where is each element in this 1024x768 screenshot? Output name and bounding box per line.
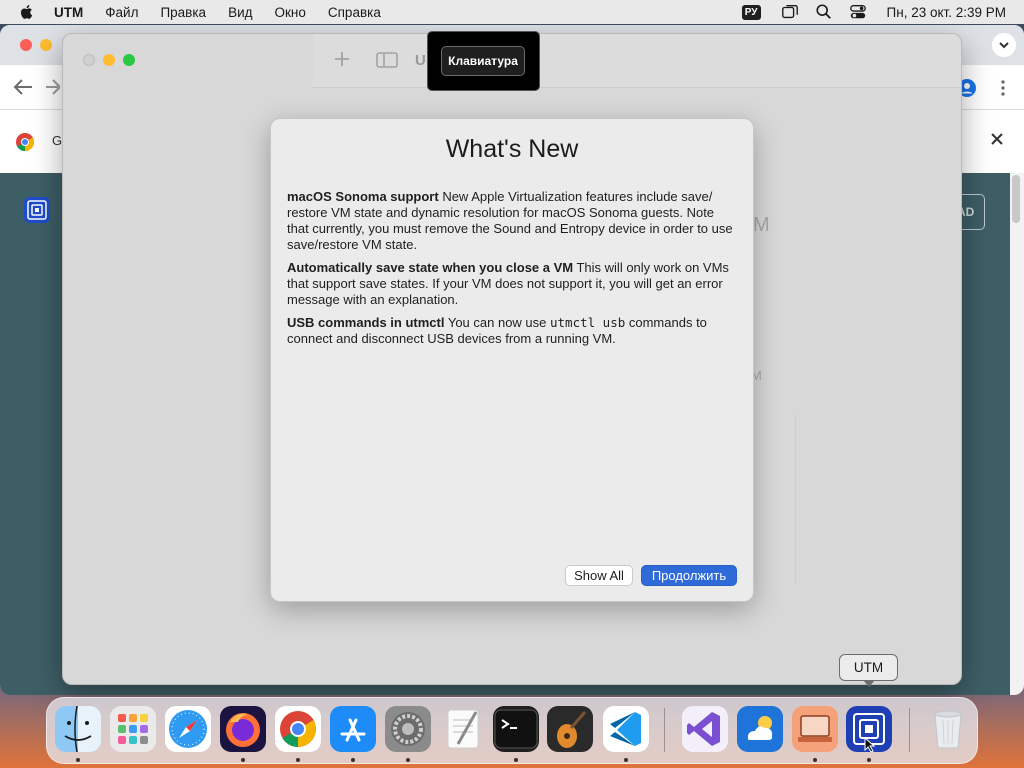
show-all-button[interactable]: Show All <box>565 565 633 586</box>
forward-arrow-icon[interactable] <box>46 77 60 97</box>
dock-app-weather[interactable] <box>737 706 783 752</box>
utm-icon <box>853 713 885 752</box>
textedit-icon <box>447 709 479 749</box>
page-scrollbar-thumb[interactable] <box>1012 175 1020 223</box>
dock-app-tooltip: UTM <box>839 654 898 687</box>
dock-separator <box>664 708 665 752</box>
dock-app-safari[interactable] <box>165 706 211 752</box>
apple-menu-icon[interactable] <box>18 3 36 21</box>
tab-search-button[interactable] <box>992 33 1016 57</box>
chrome-logo-icon <box>16 133 34 151</box>
chevron-down-icon <box>999 42 1009 49</box>
trash-icon <box>934 710 962 749</box>
release-note-code: utmctl usb <box>550 315 626 330</box>
utm-toolbar <box>313 34 961 88</box>
release-note-heading: USB commands in utmctl <box>287 315 445 330</box>
dock-app-garageband[interactable] <box>547 706 593 752</box>
whats-new-dialog: What's New macOS Sonoma support New Appl… <box>270 118 754 602</box>
app-store-icon <box>340 718 366 742</box>
input-source-badge[interactable]: РУ <box>741 4 761 20</box>
running-indicator <box>813 758 817 762</box>
dock-app-firefox[interactable] <box>220 706 266 752</box>
browser-minimize-button[interactable] <box>40 39 52 51</box>
menu-help[interactable]: Справка <box>328 5 381 20</box>
close-icon[interactable] <box>990 132 1004 146</box>
system-settings-icon <box>391 712 425 746</box>
control-center-icon[interactable] <box>849 3 867 21</box>
release-note-heading: macOS Sonoma support <box>287 189 439 204</box>
add-vm-icon[interactable] <box>334 51 350 67</box>
release-note-item: Automatically save state when you close … <box>287 260 739 308</box>
finder-icon <box>55 706 101 752</box>
dock-separator <box>909 708 910 752</box>
running-indicator <box>406 758 410 762</box>
release-note-heading: Automatically save state when you close … <box>287 260 574 275</box>
more-menu-icon[interactable] <box>1000 79 1006 97</box>
menu-app-name[interactable]: UTM <box>54 5 83 20</box>
dock-app-launchpad[interactable] <box>110 706 156 752</box>
browser-close-button[interactable] <box>20 39 32 51</box>
obscured-text: M <box>753 214 770 236</box>
dialog-title: What's New <box>445 135 579 163</box>
dock-app-finder[interactable] <box>55 706 101 752</box>
divider <box>795 414 796 584</box>
back-arrow-icon[interactable] <box>12 77 34 97</box>
page-scrollbar[interactable] <box>1010 173 1024 695</box>
menu-bar: UTM Файл Правка Вид Окно Справка РУ Пн, … <box>0 0 1024 24</box>
firefox-icon <box>226 713 260 747</box>
utm-minimize-button[interactable] <box>103 54 115 66</box>
dock-app-visual-studio[interactable] <box>682 706 728 752</box>
terminal-icon <box>494 709 538 749</box>
dock-app-chrome[interactable] <box>275 706 321 752</box>
running-indicator <box>624 758 628 762</box>
keyboard-tooltip-label[interactable]: Клавиатура <box>441 46 525 76</box>
dock-app-terminal[interactable] <box>493 706 539 752</box>
remote-desktop-icon <box>798 715 832 742</box>
utm-close-button[interactable] <box>83 54 95 66</box>
dock-app-vscode[interactable] <box>603 706 649 752</box>
release-note-item: macOS Sonoma support New Apple Virtualiz… <box>287 189 739 253</box>
running-indicator <box>351 758 355 762</box>
safari-icon <box>169 710 207 748</box>
utm-zoom-button[interactable] <box>123 54 135 66</box>
release-notes: macOS Sonoma support New Apple Virtualiz… <box>287 189 739 354</box>
launchpad-icon <box>118 714 148 744</box>
keyboard-tooltip: Клавиатура <box>427 31 540 91</box>
menu-file[interactable]: Файл <box>105 5 138 20</box>
garageband-icon <box>557 711 587 748</box>
dock-app-system-settings[interactable] <box>385 706 431 752</box>
release-note-item: USB commands in utmctl You can now use u… <box>287 315 739 347</box>
dock-app-utm[interactable] <box>846 706 892 752</box>
window-switcher-icon[interactable] <box>781 3 799 21</box>
vscode-icon <box>610 712 641 746</box>
tooltip-tail <box>863 680 875 687</box>
spotlight-search-icon[interactable] <box>815 3 833 21</box>
weather-icon <box>747 716 773 740</box>
chrome-icon <box>280 711 317 747</box>
running-indicator <box>241 758 245 762</box>
running-indicator <box>867 758 871 762</box>
dock-app-trash[interactable] <box>925 706 971 752</box>
menu-view[interactable]: Вид <box>228 5 252 20</box>
continue-button[interactable]: Продолжить <box>641 565 737 586</box>
dock-tooltip-label: UTM <box>853 660 884 675</box>
dock-app-app-store[interactable] <box>330 706 376 752</box>
running-indicator <box>76 758 80 762</box>
running-indicator <box>296 758 300 762</box>
dock <box>46 697 978 764</box>
dock-app-textedit[interactable] <box>440 706 486 752</box>
visual-studio-icon <box>687 712 720 746</box>
release-note-text: You can now use <box>444 315 550 330</box>
sidebar-toggle-icon[interactable] <box>376 52 398 68</box>
running-indicator <box>514 758 518 762</box>
utm-logo-icon <box>24 197 50 223</box>
dock-app-remote-desktop[interactable] <box>792 706 838 752</box>
menu-window[interactable]: Окно <box>275 5 306 20</box>
utm-window-title: U <box>415 52 426 69</box>
menu-edit[interactable]: Правка <box>160 5 206 20</box>
menubar-clock[interactable]: Пн, 23 окт. 2:39 PM <box>887 5 1006 20</box>
infobar-text: G <box>52 133 63 148</box>
